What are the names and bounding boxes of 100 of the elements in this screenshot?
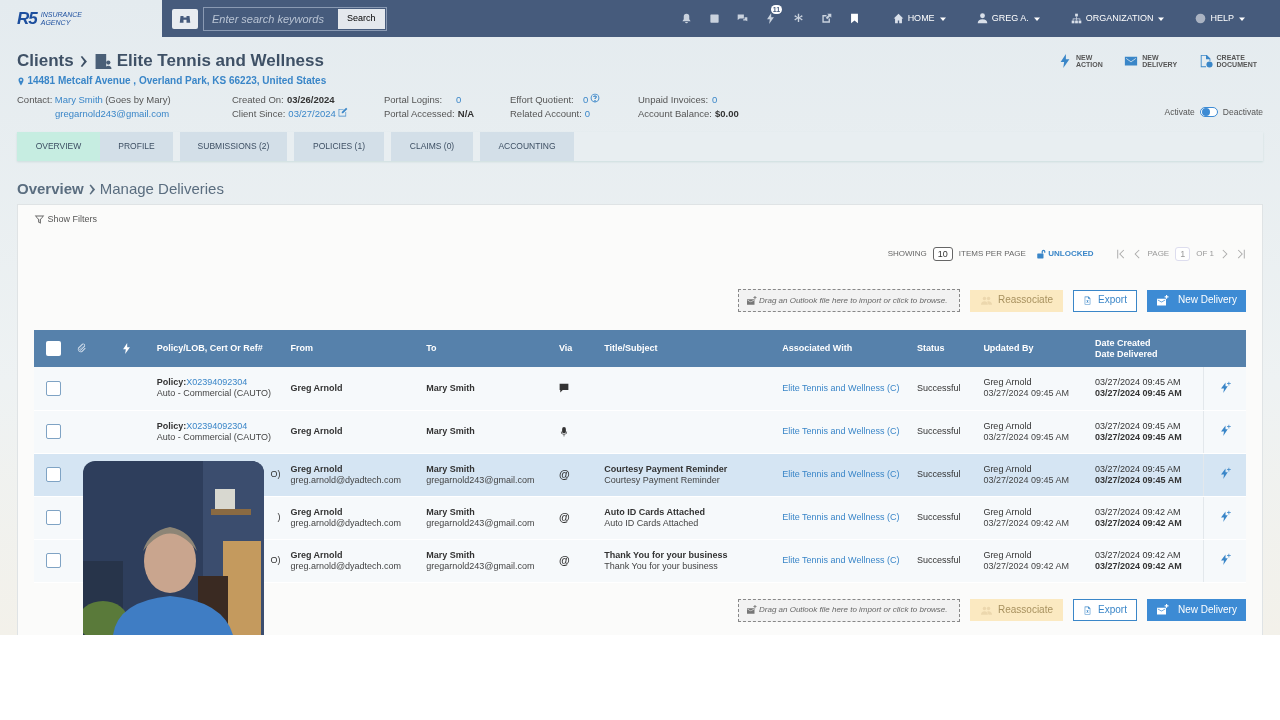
mail-plus-icon [1156, 604, 1171, 616]
toggle-label: Activate [1164, 106, 1195, 118]
last-page-icon[interactable] [1236, 247, 1246, 261]
table-cell-text: 03/27/2024 09:45 AM [1095, 431, 1183, 443]
recipient-name: Mary Smith [426, 549, 476, 561]
table-cell: O) [270, 555, 281, 565]
export-button[interactable]: Export [1073, 289, 1137, 312]
items-per-page-field[interactable]: 10 [932, 247, 953, 261]
field-value-link[interactable]: 0 [584, 107, 591, 121]
field-value: 03/26/2024 [287, 93, 335, 107]
next-page-icon[interactable] [1220, 247, 1230, 261]
row-checkbox[interactable] [46, 380, 61, 396]
new-delivery-button[interactable]: New Delivery [1147, 289, 1246, 312]
field-value-link[interactable]: 0 [456, 93, 462, 107]
field-value-link[interactable]: 03/27/2024 [288, 107, 336, 121]
via-text: @ [558, 553, 570, 566]
search-field[interactable]: Enter search keywords Search [203, 6, 387, 31]
logo-mark[interactable]: R5 [17, 7, 37, 30]
tab[interactable]: OVERVIEW [17, 132, 100, 161]
add-action-button[interactable] [1218, 510, 1232, 522]
row-checkbox[interactable] [46, 424, 61, 439]
lightning-icon [121, 343, 133, 354]
search-button[interactable]: Search [338, 8, 385, 29]
select-all-checkbox[interactable] [46, 341, 61, 356]
column-header: Date Delivered [1095, 348, 1159, 360]
row-checkbox[interactable] [46, 467, 61, 482]
pagination-label: ITEMS PER PAGE [958, 248, 1026, 260]
unlocked-link[interactable]: UNLOCKED [1035, 248, 1094, 260]
table-cell-text: 03/27/2024 09:42 AM [983, 560, 1070, 572]
new-delivery-button[interactable]: New Delivery [1147, 599, 1246, 621]
external-link-icon[interactable] [821, 13, 833, 24]
drop-zone-hint: Drag an Outlook file here to import or click to browse. [759, 605, 948, 615]
lightning-plus-icon [1218, 424, 1232, 436]
row-checkbox[interactable] [46, 510, 61, 525]
field-value-link[interactable]: 0 [583, 93, 589, 107]
policy-number-link[interactable]: X02394092304 [186, 377, 248, 388]
paperclip-icon [76, 343, 88, 354]
breadcrumb-link[interactable]: Clients [17, 50, 74, 72]
page-number-field[interactable]: 1 [1175, 247, 1191, 261]
binoculars-button[interactable] [172, 8, 198, 29]
tab[interactable]: SUBMISSIONS (2) [180, 132, 287, 161]
tab[interactable]: CLAIMS (0) [391, 132, 473, 161]
show-filters-button[interactable]: Show Filters [34, 213, 97, 225]
bell-icon[interactable] [681, 13, 693, 24]
sender-name: Greg Arnold [290, 463, 344, 475]
field-label: Portal Logins: [384, 93, 444, 107]
status-text: Successful [917, 469, 961, 479]
breadcrumb-link[interactable]: Overview [17, 179, 84, 199]
row-checkbox[interactable] [46, 553, 61, 568]
table-row[interactable]: Policy:X02394092304 Auto - Commercial (CAUTO) Greg Arnold Mary Smith Elite Tennis and Wellness (C) Successful Greg Arnold 03/27/2024 09:45 AM 03/27/2024 09:45 AM 03/27/2024 09:45 AM [34, 367, 1246, 410]
drop-zone-hint: Drag an Outlook file here to import or click to browse. [759, 295, 948, 306]
contact-name-link[interactable]: Mary Smith [54, 93, 103, 107]
tab[interactable]: PROFILE [100, 132, 173, 161]
nav-menu[interactable]: HOME [886, 11, 953, 26]
address-link[interactable]: 14481 Metcalf Avenue , Overland Park, KS 66223, United States [27, 74, 327, 88]
contact-email-link[interactable]: gregarnold243@gmail.com [55, 107, 170, 121]
recipient-name: Mary Smith [426, 506, 476, 518]
nav-menu[interactable]: ORGANIZATION [1064, 11, 1172, 26]
add-action-button[interactable] [1218, 380, 1232, 393]
bookmark-icon[interactable] [849, 13, 861, 24]
table-row[interactable]: Policy:X02394092304 Auto - Commercial (CAUTO) Greg Arnold Mary Smith Elite Tennis and Wellness (C) Successful Greg Arnold 03/27/2024 09:45 AM 03/27/2024 09:45 AM 03/27/2024 09:45 AM [34, 410, 1246, 453]
toggle-label: Deactivate [1222, 106, 1263, 118]
table-cell-text: 03/27/2024 09:42 AM [1095, 560, 1183, 572]
policy-label: Policy: [156, 377, 187, 388]
nav-menu[interactable]: HELP [1189, 11, 1252, 26]
lightning-plus-icon [1218, 553, 1232, 565]
column-header: Updated By [983, 343, 1034, 353]
tab[interactable]: POLICIES (1) [294, 132, 384, 161]
field-label: Account Balance: [638, 107, 713, 121]
first-page-icon[interactable] [1115, 247, 1126, 261]
column-header: Via [558, 343, 573, 353]
add-action-button[interactable] [1218, 553, 1232, 565]
field-value-link[interactable]: 0 [712, 93, 718, 107]
nav-menu[interactable]: GREG A. [970, 11, 1047, 26]
message-subtitle: Auto ID Cards Attached [604, 517, 700, 529]
table-cell-text: 03/27/2024 09:45 AM [983, 388, 1070, 400]
status-toggle[interactable] [1199, 107, 1218, 117]
via-text: @ [558, 510, 570, 523]
export-button[interactable]: Export [1073, 599, 1137, 621]
field-label: Portal Accessed: [384, 107, 456, 121]
asterisk-icon[interactable] [793, 13, 805, 24]
lightning-icon[interactable] [765, 13, 777, 24]
location-pin-icon [17, 76, 25, 86]
field-label: Related Account: [510, 107, 583, 121]
chat-icon[interactable] [737, 13, 749, 24]
column-header: Status [917, 343, 945, 353]
tab[interactable]: ACCOUNTING [480, 132, 574, 161]
sender-name: Greg Arnold [290, 506, 344, 518]
column-header: From [290, 343, 313, 353]
calendar-icon[interactable] [709, 13, 721, 24]
file-drop-zone[interactable]: Drag an Outlook file here to import or click to browse. [738, 289, 960, 312]
file-drop-zone[interactable]: Drag an Outlook file here to import or click to browse. [738, 598, 960, 622]
add-action-button[interactable] [1218, 424, 1232, 436]
policy-label: Policy: [156, 420, 187, 431]
table-cell-text: Auto - Commercial (CAUTO) [156, 388, 272, 400]
policy-number-link[interactable]: X02394092304 [186, 420, 248, 431]
section-title: Manage Deliveries [99, 179, 224, 199]
page-title: Elite Tennis and Wellness [116, 50, 324, 72]
add-action-button[interactable] [1218, 467, 1232, 479]
recipient-name: Mary Smith [426, 463, 476, 475]
